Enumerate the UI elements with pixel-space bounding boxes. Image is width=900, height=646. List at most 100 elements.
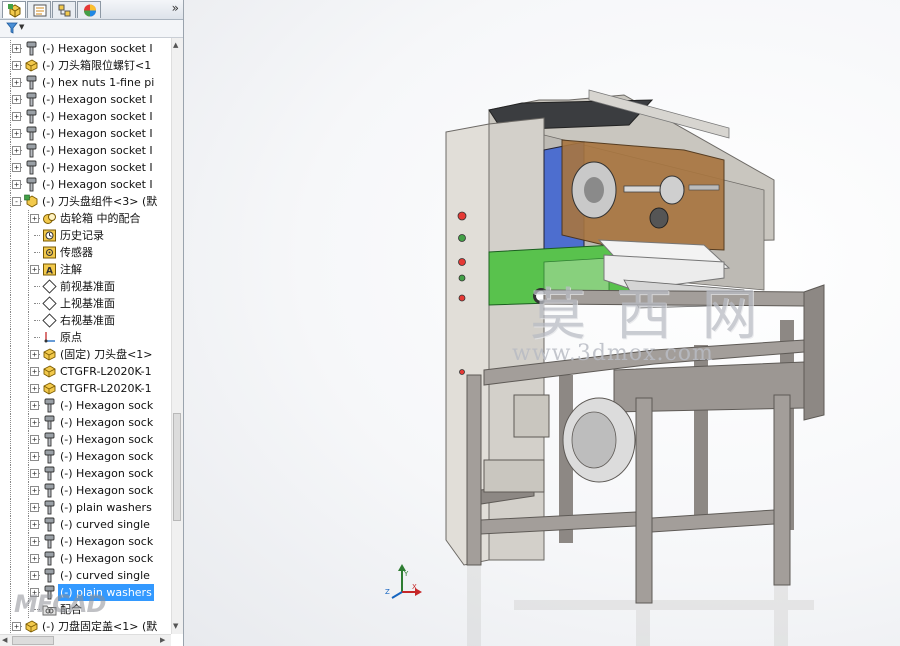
expand-toggle[interactable]: +	[30, 350, 39, 359]
tree-item[interactable]: + A 注解	[0, 261, 171, 278]
plane-icon	[42, 279, 57, 294]
tree-item[interactable]: + (-) Hexagon sock	[0, 397, 171, 414]
tree-item[interactable]: 原点	[0, 329, 171, 346]
bolt-icon	[42, 551, 57, 566]
expand-toggle[interactable]: +	[12, 112, 21, 121]
expand-toggle[interactable]: +	[30, 367, 39, 376]
bolt-icon	[24, 160, 39, 175]
feature-tree: + (-) Hexagon socket I + (-) 刀头箱限位螺钉<1 + (-) …	[0, 38, 171, 634]
tree-item[interactable]: + (-) curved single	[0, 567, 171, 584]
expand-toggle[interactable]: +	[12, 163, 21, 172]
bolt-icon	[24, 109, 39, 124]
tree-item[interactable]: + (-) Hexagon sock	[0, 550, 171, 567]
tree-item[interactable]: + (-) Hexagon sock	[0, 533, 171, 550]
expand-toggle[interactable]: +	[30, 469, 39, 478]
tree-vertical-scrollbar[interactable]: ▲ ▼	[171, 38, 183, 634]
expand-toggle[interactable]: +	[12, 129, 21, 138]
tree-item-label: (-) Hexagon socket I	[42, 110, 153, 123]
tree-item[interactable]: 传感器	[0, 244, 171, 261]
plane-icon	[42, 313, 57, 328]
tree-item-label: (-) hex nuts 1-fine pi	[42, 76, 155, 89]
tree-item[interactable]: + (-) Hexagon socket I	[0, 176, 171, 193]
tree-item[interactable]: + (-) Hexagon socket I	[0, 159, 171, 176]
tree-item[interactable]: + (-) Hexagon socket I	[0, 40, 171, 57]
chevron-down-icon[interactable]: ▼	[19, 23, 24, 31]
expand-toggle[interactable]: +	[30, 503, 39, 512]
tree-item-label: CTGFR-L2020K-1	[60, 382, 152, 395]
tree-item[interactable]: 右视基准面	[0, 312, 171, 329]
tree-item[interactable]: 上视基准面	[0, 295, 171, 312]
expand-toggle[interactable]: +	[12, 95, 21, 104]
expand-toggle[interactable]: +	[30, 520, 39, 529]
tree-item[interactable]: + (-) Hexagon socket I	[0, 91, 171, 108]
part-icon	[24, 619, 39, 634]
expand-toggle[interactable]: +	[30, 486, 39, 495]
tree-item[interactable]: + (-) 刀盘固定盖<1> (默	[0, 618, 171, 634]
scrollbar-thumb[interactable]	[173, 413, 181, 521]
tree-item-label: (-) Hexagon sock	[60, 433, 154, 446]
tree-item[interactable]: + (-) Hexagon sock	[0, 482, 171, 499]
part-icon	[42, 364, 57, 379]
tree-item[interactable]: + (-) Hexagon socket I	[0, 108, 171, 125]
history-icon	[42, 228, 57, 243]
expand-toggle[interactable]: +	[30, 265, 39, 274]
tree-item-label: 右视基准面	[60, 314, 115, 327]
tree-item[interactable]: + (-) Hexagon socket I	[0, 125, 171, 142]
expand-toggle[interactable]: +	[12, 61, 21, 70]
filter-icon[interactable]	[6, 22, 18, 34]
tree-item[interactable]: + (-) Hexagon sock	[0, 465, 171, 482]
tree-item[interactable]: 前视基准面	[0, 278, 171, 295]
expand-toggle[interactable]: +	[12, 180, 21, 189]
tree-item[interactable]: + (固定) 刀头盘<1>	[0, 346, 171, 363]
scroll-down-icon[interactable]: ▼	[173, 622, 178, 630]
triad-z-label: Z	[385, 588, 390, 596]
expand-tabs-button[interactable]: »	[172, 1, 179, 15]
configuration-manager-tab[interactable]	[52, 1, 76, 18]
collapse-toggle[interactable]: -	[12, 197, 21, 206]
property-manager-tab[interactable]	[27, 1, 51, 18]
tree-item[interactable]: - (-) 刀头盘组件<3> (默	[0, 193, 171, 210]
annotation-icon: A	[42, 262, 57, 277]
display-manager-icon	[84, 4, 96, 17]
tree-item[interactable]: + 齿轮箱 中的配合	[0, 210, 171, 227]
bolt-icon	[42, 466, 57, 481]
scroll-left-icon[interactable]: ◀	[2, 636, 7, 644]
bolt-icon	[24, 92, 39, 107]
expand-toggle[interactable]: +	[30, 452, 39, 461]
expand-toggle[interactable]: +	[30, 435, 39, 444]
tree-item[interactable]: 历史记录	[0, 227, 171, 244]
expand-toggle[interactable]: +	[30, 214, 39, 223]
scrollbar-thumb[interactable]	[12, 636, 54, 645]
tree-item-label: (-) Hexagon sock	[60, 535, 154, 548]
expand-toggle[interactable]: +	[12, 44, 21, 53]
tree-item[interactable]: + CTGFR-L2020K-1	[0, 363, 171, 380]
tree-item[interactable]: + (-) Hexagon socket I	[0, 142, 171, 159]
expand-toggle[interactable]: +	[30, 571, 39, 580]
scroll-right-icon[interactable]: ▶	[160, 636, 165, 644]
tree-item-label: (-) Hexagon socket I	[42, 93, 153, 106]
tree-item[interactable]: + (-) plain washers	[0, 499, 171, 516]
scroll-up-icon[interactable]: ▲	[173, 41, 178, 49]
tree-horizontal-scrollbar[interactable]: ◀ ▶	[0, 634, 171, 646]
tree-item[interactable]: + (-) Hexagon sock	[0, 431, 171, 448]
tree-item[interactable]: + (-) Hexagon sock	[0, 448, 171, 465]
expand-toggle[interactable]: +	[30, 418, 39, 427]
expand-toggle[interactable]: +	[12, 78, 21, 87]
tree-item[interactable]: + CTGFR-L2020K-1	[0, 380, 171, 397]
tree-item[interactable]: + (-) 刀头箱限位螺钉<1	[0, 57, 171, 74]
tree-item[interactable]: + (-) hex nuts 1-fine pi	[0, 74, 171, 91]
feature-manager-tab[interactable]	[2, 1, 26, 18]
expand-toggle[interactable]: +	[30, 384, 39, 393]
expand-toggle[interactable]: +	[12, 146, 21, 155]
bolt-icon	[24, 143, 39, 158]
tree-item[interactable]: + (-) curved single	[0, 516, 171, 533]
expand-toggle[interactable]: +	[30, 554, 39, 563]
expand-toggle[interactable]: +	[30, 401, 39, 410]
bolt-icon	[24, 75, 39, 90]
expand-toggle[interactable]: +	[30, 537, 39, 546]
tree-item-label: (-) Hexagon socket I	[42, 127, 153, 140]
graphics-viewport[interactable]: 莫 西 网 www.3dmox.com Y X Z	[184, 0, 900, 646]
display-manager-tab[interactable]	[77, 1, 101, 18]
tree-item[interactable]: + (-) Hexagon sock	[0, 414, 171, 431]
expand-toggle[interactable]: +	[12, 622, 21, 631]
